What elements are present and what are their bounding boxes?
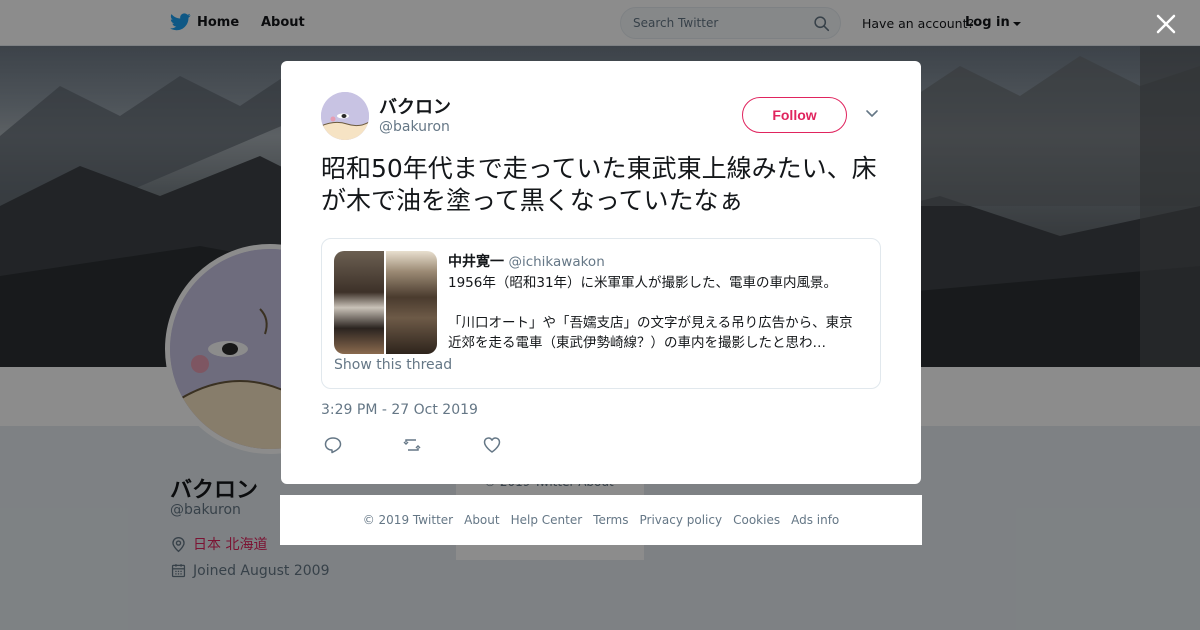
footer-privacy-link[interactable]: Privacy policy <box>640 513 723 527</box>
footer-copyright: © 2019 Twitter <box>362 513 454 527</box>
footer-cookies-link[interactable]: Cookies <box>733 513 780 527</box>
tapir-avatar-illustration <box>321 92 369 140</box>
footer-help-link[interactable]: Help Center <box>511 513 583 527</box>
quoted-tweet-text: 1956年（昭和31年）に米軍軍人が撮影した、電車の車内風景。 「川口オート」や… <box>448 273 872 353</box>
tweet-text: 昭和50年代まで走っていた東武東上線みたい、床が木で油を塗って黒くなっていたなぁ <box>321 154 877 215</box>
quoted-author-handle: @ichikawakon <box>508 254 605 270</box>
footer-terms-link[interactable]: Terms <box>593 513 628 527</box>
tweet-timestamp[interactable]: 3:29 PM - 27 Oct 2019 <box>321 402 478 418</box>
tweet-author-name[interactable]: バクロン <box>379 93 451 119</box>
quoted-tweet-card[interactable]: 中井寛一 @ichikawakon 1956年（昭和31年）に米軍軍人が撮影した… <box>321 238 881 389</box>
follow-button[interactable]: Follow <box>742 97 847 133</box>
train-interior-photo-2 <box>386 251 437 354</box>
tweet-modal: バクロン @bakuron Follow 昭和50年代まで走っていた東武東上線み… <box>281 61 921 484</box>
tweet-author-avatar[interactable] <box>321 92 369 140</box>
like-heart-icon[interactable] <box>482 435 502 455</box>
quoted-tweet-media[interactable] <box>334 251 437 354</box>
modal-footer: © 2019 Twitter About Help Center Terms P… <box>280 495 922 545</box>
show-thread-link[interactable]: Show this thread <box>334 357 452 373</box>
close-icon[interactable] <box>1154 12 1178 36</box>
tweet-author-handle[interactable]: @bakuron <box>379 119 450 135</box>
reply-icon[interactable] <box>323 435 343 455</box>
retweet-icon[interactable] <box>402 435 422 455</box>
quoted-text-line: 近郊を走る電車（東武伊勢崎線？）の車内を撮影したと思わ… <box>448 335 826 351</box>
chevron-down-icon[interactable] <box>865 109 879 119</box>
quoted-author-name: 中井寛一 <box>448 254 504 270</box>
quoted-author: 中井寛一 @ichikawakon <box>448 251 605 271</box>
quoted-text-line: 1956年（昭和31年）に米軍軍人が撮影した、電車の車内風景。 <box>448 275 838 291</box>
quoted-text-line: 「川口オート」や「吾嬬支店」の文字が見える吊り広告から、東京 <box>448 315 853 331</box>
footer-ads-link[interactable]: Ads info <box>791 513 839 527</box>
train-interior-photo-1 <box>334 251 384 354</box>
footer-about-link[interactable]: About <box>464 513 499 527</box>
